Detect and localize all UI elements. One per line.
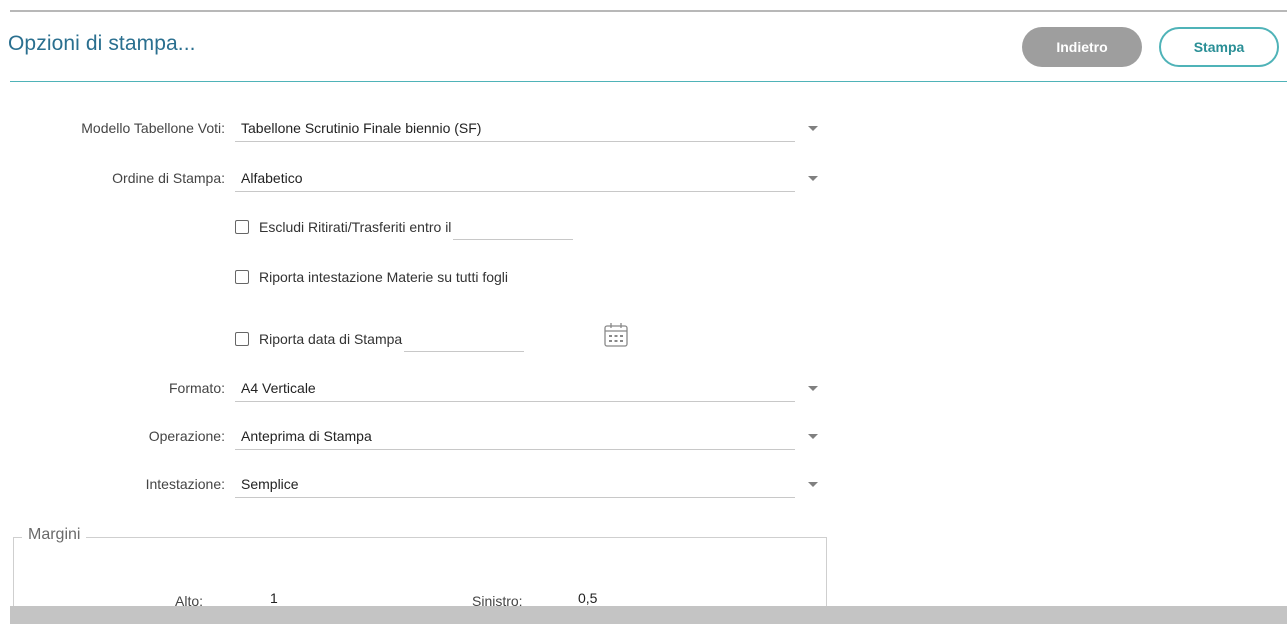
escludi-row: Escludi Ritirati/Trasferiti entro il xyxy=(235,217,574,240)
riporta-data-label: Riporta data di Stampa xyxy=(259,331,403,347)
page-title: Opzioni di stampa... xyxy=(8,32,196,55)
formato-row: Formato: A4 Verticale xyxy=(0,376,830,402)
top-divider xyxy=(10,10,1287,12)
chevron-down-icon[interactable] xyxy=(808,434,818,439)
calendar-icon[interactable] xyxy=(602,321,630,349)
operazione-label: Operazione: xyxy=(148,428,225,444)
chevron-down-icon[interactable] xyxy=(808,176,818,181)
riporta-intestazione-checkbox[interactable] xyxy=(235,270,249,284)
alto-input[interactable]: 1 xyxy=(270,590,278,606)
operazione-select[interactable]: Anteprima di Stampa xyxy=(235,424,795,450)
riporta-data-input[interactable] xyxy=(404,330,525,352)
title-divider xyxy=(10,81,1287,82)
back-button[interactable]: Indietro xyxy=(1022,27,1142,67)
formato-select[interactable]: A4 Verticale xyxy=(235,376,795,402)
riporta-intestazione-label: Riporta intestazione Materie su tutti fo… xyxy=(259,269,509,285)
modello-row: Modello Tabellone Voti: Tabellone Scruti… xyxy=(0,116,830,142)
riporta-intestazione-row: Riporta intestazione Materie su tutti fo… xyxy=(235,267,508,287)
ordine-label: Ordine di Stampa: xyxy=(112,170,225,186)
intestazione-select[interactable]: Semplice xyxy=(235,472,795,498)
formato-label: Formato: xyxy=(168,380,225,396)
ordine-select[interactable]: Alfabetico xyxy=(235,166,795,192)
margini-legend: Margini xyxy=(22,526,87,544)
chevron-down-icon[interactable] xyxy=(808,482,818,487)
intestazione-label: Intestazione: xyxy=(145,476,225,492)
bottom-scrollbar[interactable] xyxy=(10,606,1287,624)
chevron-down-icon[interactable] xyxy=(808,126,818,131)
operazione-row: Operazione: Anteprima di Stampa xyxy=(0,424,830,450)
riporta-data-checkbox[interactable] xyxy=(235,332,249,346)
riporta-data-row: Riporta data di Stampa xyxy=(235,329,525,352)
sinistro-input[interactable]: 0,5 xyxy=(578,590,597,606)
modello-select[interactable]: Tabellone Scrutinio Finale biennio (SF) xyxy=(235,116,795,142)
print-button[interactable]: Stampa xyxy=(1159,27,1279,67)
intestazione-row: Intestazione: Semplice xyxy=(0,472,830,498)
escludi-label: Escludi Ritirati/Trasferiti entro il xyxy=(259,219,452,235)
ordine-row: Ordine di Stampa: Alfabetico xyxy=(0,166,830,192)
modello-label: Modello Tabellone Voti: xyxy=(81,120,225,136)
chevron-down-icon[interactable] xyxy=(808,386,818,391)
escludi-date-input[interactable] xyxy=(453,218,574,240)
escludi-checkbox[interactable] xyxy=(235,220,249,234)
